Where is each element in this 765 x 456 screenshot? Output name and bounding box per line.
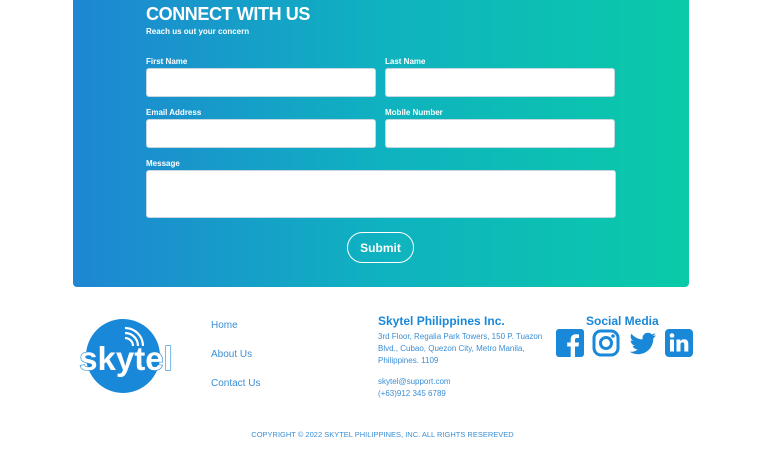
contact-card: CONNECT WITH US Reach us out your concer… — [73, 0, 689, 287]
company-contact: skytel@support.com (+63)912 345 6789 — [378, 376, 451, 400]
company-name: Skytel Philippines Inc. — [378, 314, 505, 328]
company-phone[interactable]: (+63)912 345 6789 — [378, 388, 451, 400]
twitter-icon[interactable] — [629, 329, 657, 357]
email-field[interactable] — [146, 119, 376, 148]
nav-home-link[interactable]: Home — [211, 320, 238, 331]
nav-about-link[interactable]: About Us — [211, 349, 252, 360]
mobile-field[interactable] — [385, 119, 615, 148]
company-email[interactable]: skytel@support.com — [378, 376, 451, 388]
message-label: Message — [146, 159, 180, 168]
company-address: 3rd Floor, Regalia Park Towers, 150 P. T… — [378, 332, 543, 365]
facebook-icon[interactable] — [556, 329, 584, 357]
last-name-field[interactable] — [385, 68, 615, 97]
skytel-logo[interactable]: skytel — [73, 316, 179, 394]
first-name-label: First Name — [146, 57, 188, 66]
email-label: Email Address — [146, 108, 202, 117]
social-title: Social Media — [586, 314, 659, 328]
nav-contact-link[interactable]: Contact Us — [211, 378, 260, 389]
mobile-label: Mobile Number — [385, 108, 443, 117]
last-name-label: Last Name — [385, 57, 426, 66]
first-name-field[interactable] — [146, 68, 376, 97]
logo-text: skytel — [79, 340, 173, 377]
contact-title: CONNECT WITH US — [146, 4, 310, 24]
copyright-text: COPYRIGHT © 2022 SKYTEL PHILIPPINES, INC… — [251, 430, 514, 439]
linkedin-icon[interactable] — [665, 329, 693, 357]
instagram-icon[interactable] — [592, 329, 620, 357]
submit-button[interactable]: Submit — [347, 232, 414, 263]
message-field[interactable] — [146, 170, 616, 218]
contact-subtitle: Reach us out your concern — [146, 27, 250, 36]
